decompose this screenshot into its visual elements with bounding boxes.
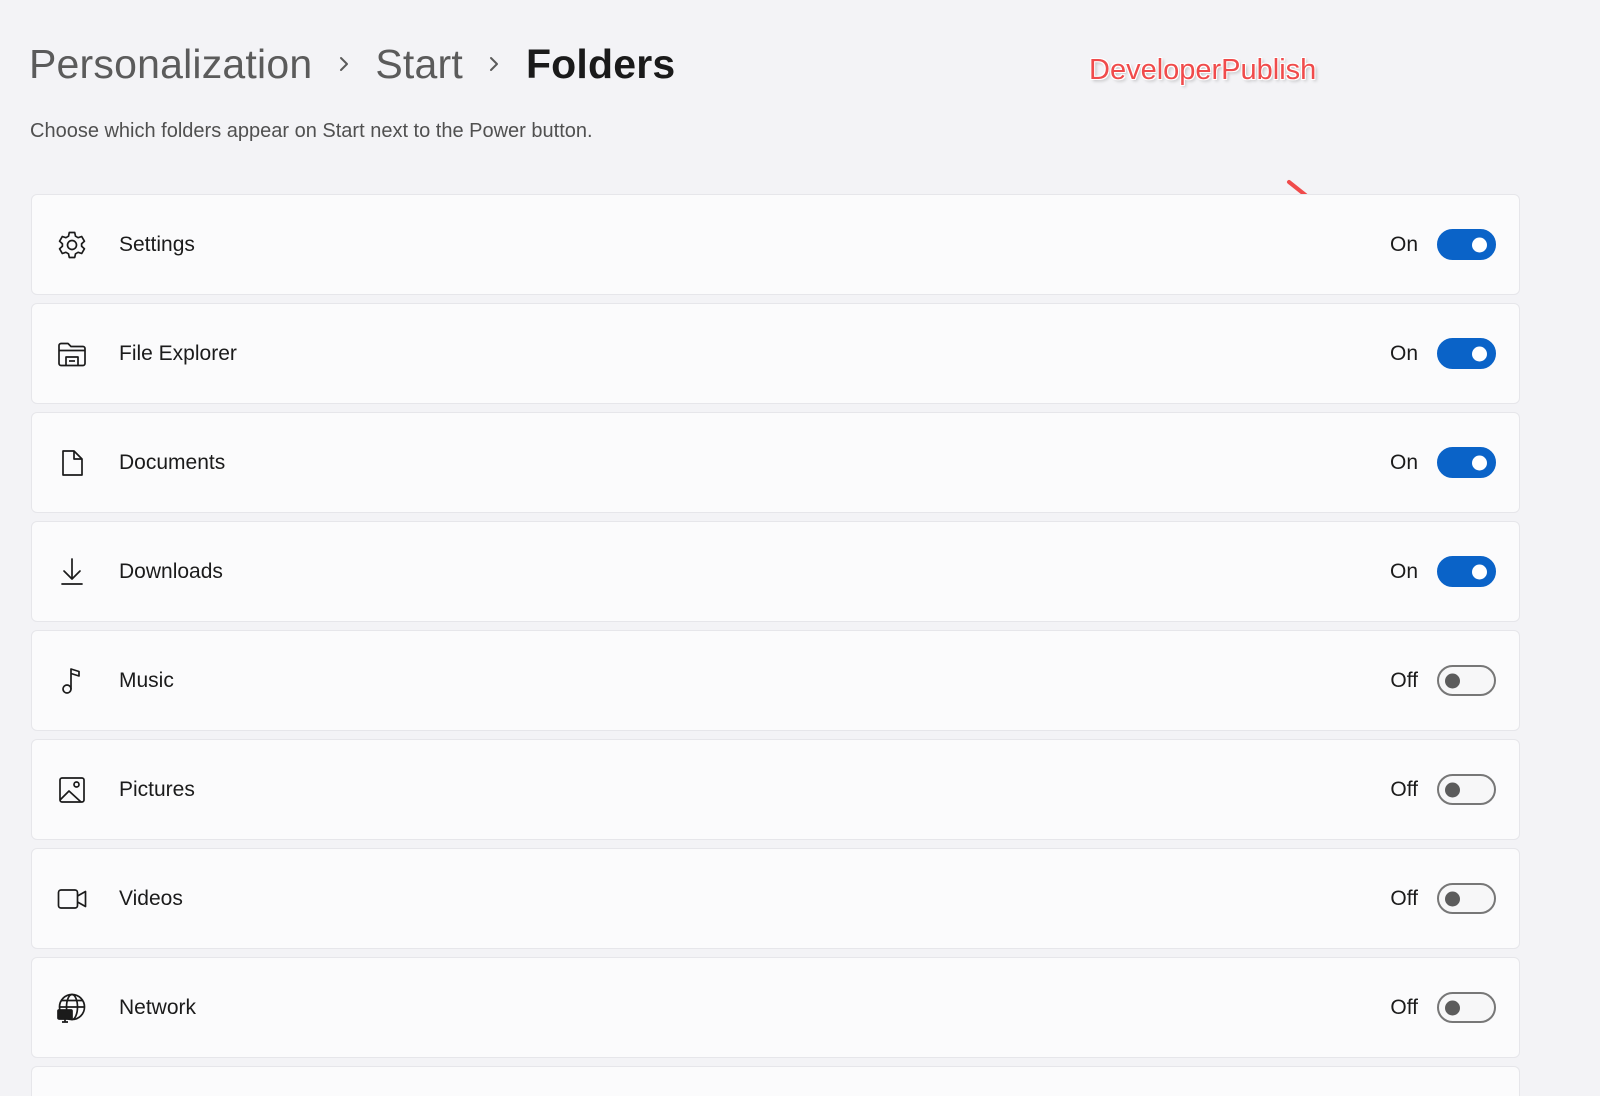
watermark-text: DeveloperPublish: [1089, 54, 1317, 86]
network-toggle[interactable]: [1437, 992, 1496, 1023]
toggle-state-label: Off: [1390, 887, 1418, 910]
toggle-state-label: On: [1389, 342, 1418, 365]
file-explorer-toggle[interactable]: [1437, 338, 1496, 369]
folder-row-settings: Settings On: [31, 194, 1520, 295]
folder-label: File Explorer: [119, 342, 237, 365]
folder-row-pictures: Pictures Off: [31, 739, 1520, 840]
toggle-state-label: Off: [1390, 778, 1418, 801]
folder-row-downloads: Downloads On: [31, 521, 1520, 622]
folder-label: Videos: [119, 887, 183, 910]
breadcrumb-start[interactable]: Start: [375, 41, 463, 88]
breadcrumb: Personalization Start Folders: [29, 38, 675, 90]
page-title: Folders: [525, 40, 676, 87]
chevron-right-icon: [312, 53, 375, 75]
toggle-state-label: On: [1389, 560, 1418, 583]
toggle-knob: [1445, 782, 1460, 797]
folder-label: Music: [119, 669, 174, 692]
folder-row-network: Network Off: [31, 957, 1520, 1058]
breadcrumb-personalization[interactable]: Personalization: [29, 41, 312, 88]
videos-toggle[interactable]: [1437, 883, 1496, 914]
gear-icon: [56, 229, 88, 261]
network-globe-icon: [56, 992, 88, 1024]
music-note-icon: [56, 665, 88, 697]
documents-toggle[interactable]: [1437, 447, 1496, 478]
folder-row-music: Music Off: [31, 630, 1520, 731]
picture-icon: [56, 774, 88, 806]
toggle-knob: [1445, 673, 1460, 688]
toggle-state-label: On: [1389, 451, 1418, 474]
folder-row-documents: Documents On: [31, 412, 1520, 513]
folder-row-file-explorer: File Explorer On: [31, 303, 1520, 404]
folder-label: Settings: [119, 233, 195, 256]
folder-icon: [56, 338, 88, 370]
toggle-state-label: Off: [1390, 669, 1418, 692]
toggle-knob: [1445, 1000, 1460, 1015]
folder-row-partial: [31, 1066, 1520, 1096]
settings-toggle[interactable]: [1437, 229, 1496, 260]
folder-label: Downloads: [119, 560, 223, 583]
folder-label: Documents: [119, 451, 226, 474]
download-icon: [56, 556, 88, 588]
toggle-state-label: On: [1389, 233, 1418, 256]
page-description: Choose which folders appear on Start nex…: [30, 120, 593, 142]
toggle-knob: [1472, 564, 1487, 579]
pictures-toggle[interactable]: [1437, 774, 1496, 805]
folders-list: Settings On File Explorer On Documents O…: [31, 194, 1520, 1096]
document-icon: [56, 447, 88, 479]
toggle-knob: [1472, 346, 1487, 361]
folder-row-videos: Videos Off: [31, 848, 1520, 949]
downloads-toggle[interactable]: [1437, 556, 1496, 587]
video-camera-icon: [56, 883, 88, 915]
toggle-knob: [1445, 891, 1460, 906]
toggle-state-label: Off: [1390, 996, 1418, 1019]
toggle-knob: [1472, 455, 1487, 470]
toggle-knob: [1472, 237, 1487, 252]
music-toggle[interactable]: [1437, 665, 1496, 696]
folder-label: Pictures: [119, 778, 195, 801]
chevron-right-icon: [463, 53, 526, 75]
folder-label: Network: [119, 996, 197, 1019]
